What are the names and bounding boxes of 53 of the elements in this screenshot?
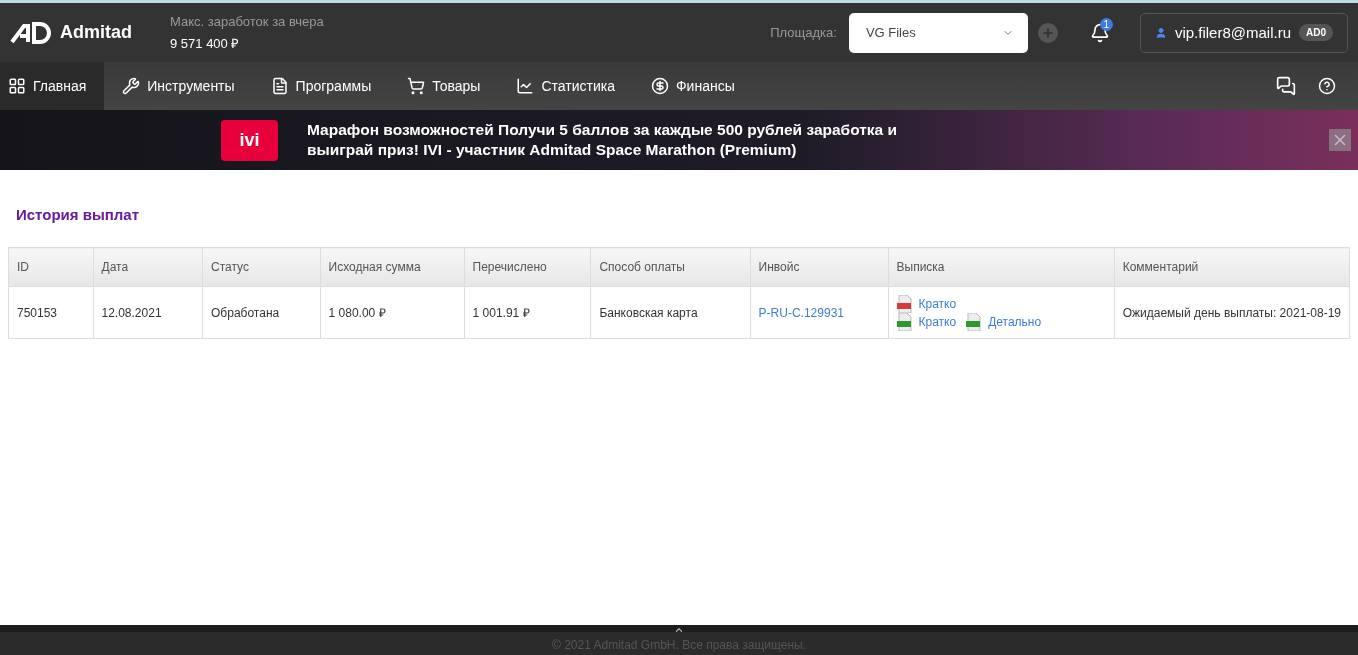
banner-text: Марафон возможностей Получи 5 баллов за каждые 500 рублей заработка и выиграй приз! IVI - участник Admitad Space Marathon (Premium) [307, 120, 899, 160]
column-header: Дата [93, 247, 203, 287]
plus-icon [1040, 25, 1055, 40]
user-menu-button[interactable]: vip.filer8@mail.ru AD0 [1139, 12, 1348, 53]
statement-link[interactable]: Кратко [918, 296, 957, 311]
nav-icon [407, 77, 426, 95]
site-label: Площадка: [770, 25, 837, 40]
column-header: ID [8, 247, 93, 287]
earnings-label: Макс. заработок за вчера [170, 13, 324, 29]
logo-icon [10, 21, 52, 44]
column-header: Статус [202, 247, 321, 287]
site-select[interactable]: VG Files [848, 12, 1028, 53]
nav-icon [650, 77, 669, 95]
promo-banner[interactable]: ivi Марафон возможностей Получи 5 баллов за каждые 500 рублей заработка и выиграй приз! IVI - участник Admitad Space Marathon (Premium) [0, 110, 1358, 170]
nav-tab[interactable]: Финансы [632, 62, 753, 110]
table-cell: Ожидаемый день выплаты: 2021-08-19 [1114, 286, 1350, 339]
nav-icon [122, 77, 141, 95]
column-header: Комментарий [1114, 247, 1350, 287]
user-icon [1154, 26, 1167, 39]
nav-icon [516, 77, 535, 95]
table-cell: 1 080.00 ₽ [320, 286, 465, 339]
xls-file-icon [966, 312, 983, 331]
account-badge: AD0 [1299, 24, 1333, 41]
table-cell: 750153 [8, 286, 93, 339]
help-icon[interactable] [1318, 77, 1336, 95]
column-header: Инвойс [750, 247, 888, 287]
nav-icon [8, 77, 26, 95]
page-title: История выплат [16, 206, 141, 223]
nav-icon [270, 77, 289, 95]
bell-icon[interactable] [1089, 22, 1110, 43]
column-header: Исходная сумма [320, 247, 465, 287]
table-cell: 12.08.2021 [93, 286, 203, 339]
nav-tab[interactable]: Главная [0, 62, 105, 110]
statement-link[interactable]: Детально [988, 314, 1042, 329]
invoice-link[interactable]: P-RU-C.129931 [758, 305, 844, 320]
table-cell: 1 001.91 ₽ [464, 286, 591, 339]
column-header: Выписка [888, 247, 1115, 287]
nav-tab[interactable]: Инструменты [104, 62, 253, 110]
logo-text: Admitad [60, 22, 132, 43]
column-header: Перечислено [464, 247, 591, 287]
table-cell: Обработана [202, 286, 321, 339]
notification-count: 1 [1099, 17, 1113, 31]
pdf-file-icon [896, 294, 913, 313]
column-header: Способ оплаты [590, 247, 751, 287]
nav-tab[interactable]: Статистика [498, 62, 633, 110]
earnings-value: 9 571 400 ₽ [170, 34, 241, 52]
scroll-up-icon[interactable] [674, 625, 684, 635]
chat-icon[interactable] [1276, 76, 1296, 96]
brand-logo: ivi [221, 119, 278, 161]
statement-link[interactable]: Кратко [918, 314, 957, 329]
table-cell: Банковская карта [590, 286, 751, 339]
nav-tab[interactable]: Товары [389, 62, 499, 110]
nav-tab[interactable]: Программы [252, 62, 390, 110]
